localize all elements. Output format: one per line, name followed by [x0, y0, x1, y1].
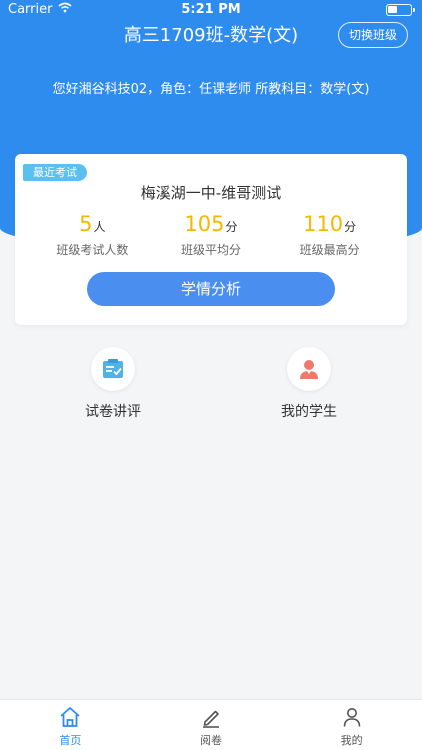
- stat-highest-score: 110分 班级最高分: [275, 212, 385, 258]
- stat-value: 110: [303, 212, 344, 236]
- feature-my-students[interactable]: 我的学生: [259, 347, 359, 421]
- tab-label: 我的: [340, 734, 363, 747]
- stat-label: 班级最高分: [299, 243, 360, 257]
- home-icon: [0, 705, 141, 729]
- stat-label: 班级平均分: [180, 243, 241, 257]
- recent-exam-badge: 最近考试: [23, 164, 87, 181]
- switch-class-button[interactable]: 切换班级: [337, 22, 408, 48]
- stat-label: 班级考试人数: [56, 243, 129, 257]
- status-bar: Carrier 5:21 PM: [0, 0, 422, 20]
- student-icon: [287, 347, 331, 391]
- stat-value: 105: [184, 212, 225, 236]
- tab-mine[interactable]: 我的: [281, 700, 422, 750]
- stat-exam-count: 5人 班级考试人数: [37, 212, 147, 258]
- tab-home[interactable]: 首页: [0, 700, 141, 750]
- pen-icon: [141, 705, 282, 729]
- person-icon: [281, 705, 422, 729]
- tab-label: 阅卷: [200, 734, 222, 747]
- stat-value: 5: [79, 212, 93, 236]
- exam-name: 梅溪湖一中-维哥测试: [140, 184, 282, 202]
- feature-paper-review[interactable]: 试卷讲评: [63, 347, 163, 421]
- tab-label: 首页: [59, 734, 82, 747]
- recent-exam-card: 最近考试 梅溪湖一中-维哥测试 5人 班级考试人数 105分 班级平均分 110…: [15, 154, 407, 325]
- learning-analysis-button[interactable]: 学情分析: [87, 272, 335, 306]
- bottom-tab-bar: 首页 阅卷 我的: [0, 699, 422, 750]
- battery-icon: [386, 4, 415, 16]
- status-time: 5:21 PM: [181, 2, 241, 17]
- exam-stats: 5人 班级考试人数 105分 班级平均分 110分 班级最高分: [15, 212, 407, 258]
- stat-unit: 人: [93, 220, 106, 234]
- feature-label: 我的学生: [281, 404, 337, 420]
- stat-unit: 分: [344, 220, 357, 234]
- tab-marking[interactable]: 阅卷: [141, 700, 282, 750]
- stat-average-score: 105分 班级平均分: [156, 212, 266, 258]
- paper-review-icon: [91, 347, 135, 391]
- user-info: 您好湘谷科技02，角色：任课老师 所教科目：数学(文): [52, 82, 370, 97]
- feature-label: 试卷讲评: [85, 404, 141, 420]
- stat-unit: 分: [225, 220, 238, 234]
